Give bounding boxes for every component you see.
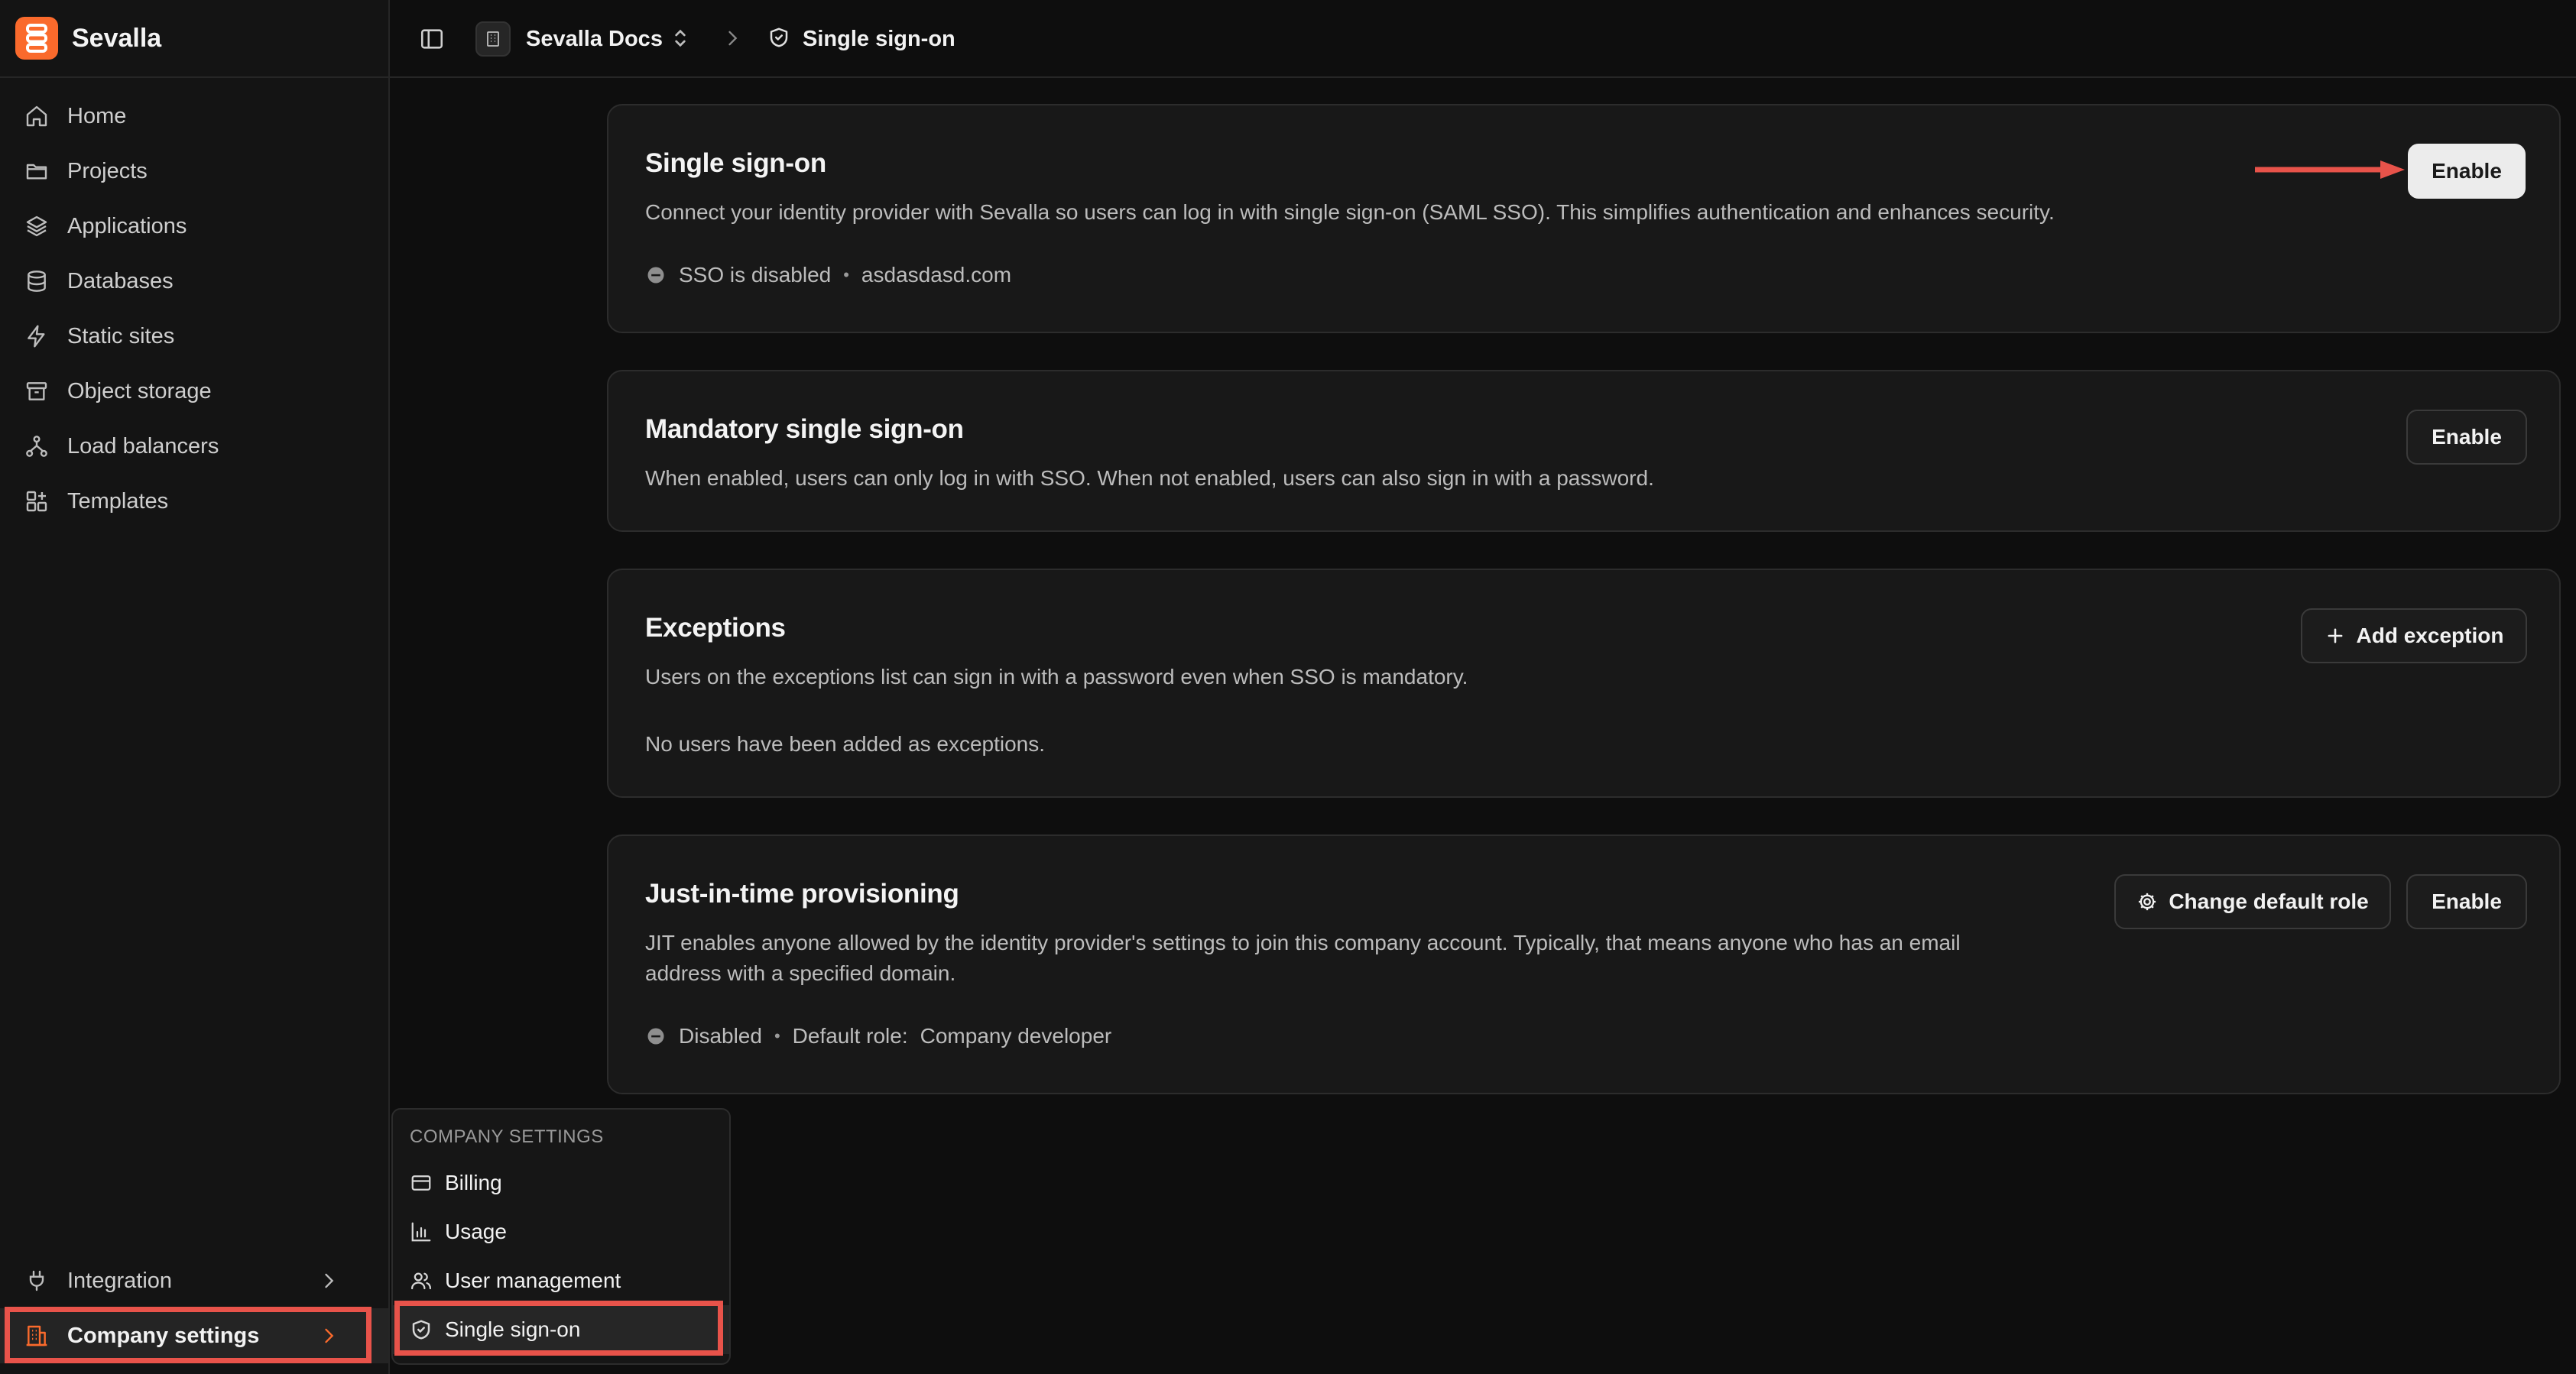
brand[interactable]: Sevalla <box>15 14 161 63</box>
plug-icon <box>24 1269 49 1293</box>
card-description: When enabled, users can only log in with… <box>645 466 1654 490</box>
menu-item-label: Billing <box>445 1171 502 1194</box>
layers-icon <box>24 214 49 238</box>
sidebar-item-label: Templates <box>67 488 169 514</box>
jit-provisioning-card: Just-in-time provisioning JIT enables an… <box>607 834 2561 1094</box>
status-text: Disabled <box>679 1024 762 1048</box>
users-icon <box>410 1269 433 1292</box>
plus-icon <box>2325 625 2346 646</box>
enable-sso-button[interactable]: Enable <box>2408 144 2526 199</box>
top-bar: Sevalla Docs Single sign-on <box>390 0 2576 78</box>
credit-card-icon <box>410 1171 433 1194</box>
archive-icon <box>24 379 49 403</box>
sidebar-divider <box>0 76 388 78</box>
sso-domain: asdasdasd.com <box>861 263 1012 287</box>
card-description-line: address with a specified domain. <box>645 961 956 985</box>
status-separator: • <box>774 1026 780 1045</box>
org-building-icon[interactable] <box>475 21 511 57</box>
brand-name: Sevalla <box>72 23 162 53</box>
lightning-icon <box>24 324 49 348</box>
sidebar-item-applications[interactable]: Applications <box>0 199 388 254</box>
menu-item-label: User management <box>445 1269 621 1292</box>
menu-item-label: Single sign-on <box>445 1317 581 1341</box>
card-description: Connect your identity provider with Seva… <box>645 200 2055 224</box>
sidebar-nav: Home Projects Applications Databases Sta… <box>0 89 388 529</box>
jit-status: Disabled • Default role: Company develop… <box>645 1024 1111 1048</box>
breadcrumb-current: Single sign-on <box>803 27 955 51</box>
sidebar-item-label: Integration <box>67 1268 173 1293</box>
sidebar-item-label: Databases <box>67 268 174 293</box>
card-description-line: JIT enables anyone allowed by the identi… <box>645 931 1961 954</box>
database-icon <box>24 269 49 293</box>
disabled-status-icon <box>645 264 667 286</box>
org-switcher[interactable]: Sevalla Docs <box>526 23 663 55</box>
company-settings-menu: COMPANY SETTINGS Billing Usage User mana… <box>391 1108 731 1365</box>
sidebar-item-integration[interactable]: Integration <box>0 1253 388 1308</box>
status-separator: • <box>843 265 849 284</box>
chevron-right-icon <box>318 1325 339 1346</box>
card-title: Exceptions <box>645 613 786 643</box>
add-exception-button[interactable]: Add exception <box>2301 608 2527 663</box>
exceptions-card: Exceptions Users on the exceptions list … <box>607 569 2561 798</box>
menu-item-billing[interactable]: Billing <box>393 1159 729 1207</box>
sidebar: Sevalla Home Projects Applications Datab… <box>0 0 390 1374</box>
sso-card: Single sign-on Connect your identity pro… <box>607 104 2561 333</box>
menu-item-single-sign-on[interactable]: Single sign-on <box>393 1305 729 1354</box>
card-title: Single sign-on <box>645 148 826 178</box>
gear-icon <box>2136 891 2158 912</box>
card-description: Users on the exceptions list can sign in… <box>645 665 1468 689</box>
shield-icon <box>767 26 790 49</box>
chevron-up-down-icon[interactable] <box>668 26 693 50</box>
sidebar-item-label: Load balancers <box>67 433 219 459</box>
sidebar-item-label: Projects <box>67 158 148 183</box>
exceptions-empty-state: No users have been added as exceptions. <box>645 732 1046 756</box>
sidebar-item-home[interactable]: Home <box>0 89 388 144</box>
change-default-role-button[interactable]: Change default role <box>2114 874 2391 929</box>
button-label: Add exception <box>2356 624 2504 647</box>
sidebar-toggle-icon[interactable] <box>419 26 445 52</box>
status-text: SSO is disabled <box>679 263 832 287</box>
button-label: Change default role <box>2169 890 2369 913</box>
menu-item-usage[interactable]: Usage <box>393 1207 729 1256</box>
default-role-value: Company developer <box>920 1024 1112 1048</box>
sidebar-bottom: Integration Company settings <box>0 1253 388 1363</box>
sidebar-item-label: Company settings <box>67 1323 260 1348</box>
annotation-arrow-icon <box>2255 160 2405 179</box>
home-icon <box>24 104 49 128</box>
chevron-right-icon <box>318 1270 339 1291</box>
sidebar-item-label: Applications <box>67 213 187 238</box>
menu-item-label: Usage <box>445 1220 507 1243</box>
enable-jit-button[interactable]: Enable <box>2406 874 2527 929</box>
enable-mandatory-sso-button[interactable]: Enable <box>2406 410 2527 465</box>
sidebar-item-company-settings[interactable]: Company settings <box>0 1308 388 1363</box>
sidebar-item-label: Static sites <box>67 323 175 348</box>
sidebar-item-databases[interactable]: Databases <box>0 254 388 309</box>
sidebar-item-label: Home <box>67 103 127 128</box>
templates-icon <box>24 489 49 514</box>
chevron-right-icon <box>722 28 743 49</box>
menu-header: COMPANY SETTINGS <box>410 1126 604 1147</box>
default-role-label: Default role: <box>792 1024 908 1048</box>
sidebar-item-projects[interactable]: Projects <box>0 144 388 199</box>
menu-item-user-management[interactable]: User management <box>393 1256 729 1305</box>
shield-icon <box>410 1318 433 1341</box>
disabled-status-icon <box>645 1026 667 1047</box>
folder-icon <box>24 159 49 183</box>
sidebar-item-object-storage[interactable]: Object storage <box>0 364 388 419</box>
sso-status: SSO is disabled • asdasdasd.com <box>645 263 1011 287</box>
building-icon <box>24 1324 49 1348</box>
sevalla-logo-icon <box>15 17 58 60</box>
card-title: Just-in-time provisioning <box>645 879 959 909</box>
sidebar-item-load-balancers[interactable]: Load balancers <box>0 419 388 474</box>
card-title: Mandatory single sign-on <box>645 414 964 444</box>
bar-chart-icon <box>410 1220 433 1243</box>
sidebar-item-templates[interactable]: Templates <box>0 474 388 529</box>
sidebar-item-label: Object storage <box>67 378 212 403</box>
sidebar-item-static-sites[interactable]: Static sites <box>0 309 388 364</box>
network-icon <box>24 434 49 459</box>
mandatory-sso-card: Mandatory single sign-on When enabled, u… <box>607 370 2561 532</box>
